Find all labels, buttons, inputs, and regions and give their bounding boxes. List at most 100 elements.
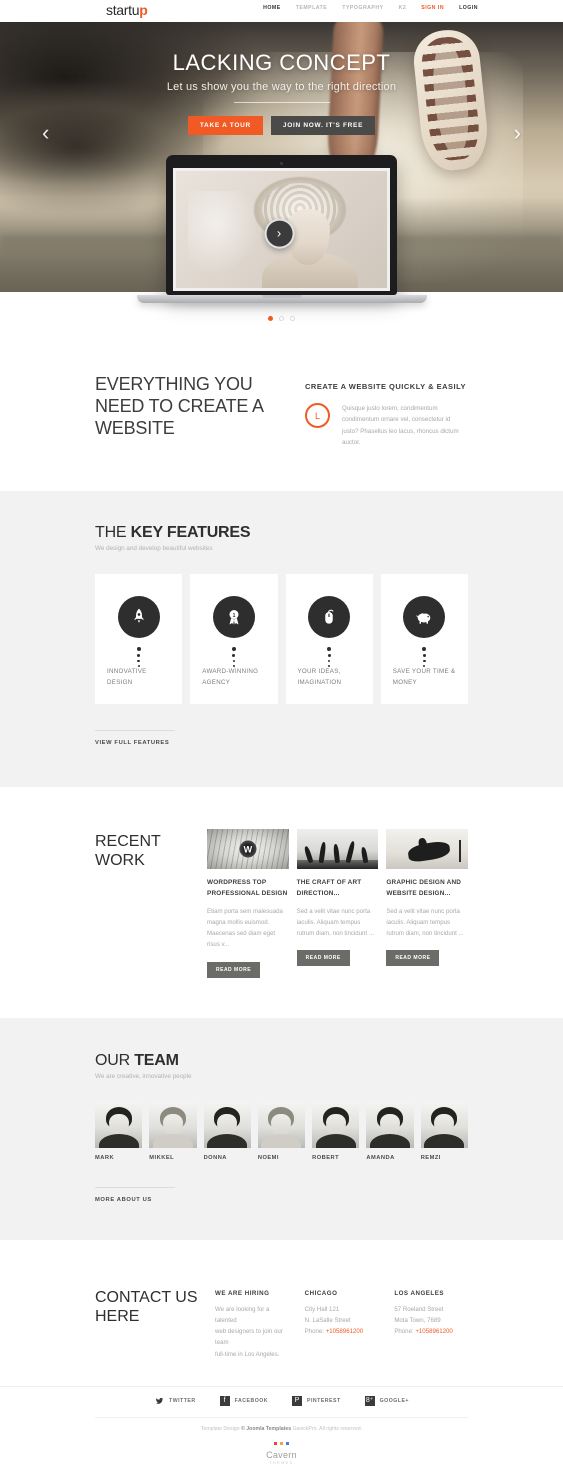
feature-card[interactable]: SAVE YOUR TIME & MONEY <box>380 573 468 705</box>
avatar[interactable] <box>312 1101 360 1148</box>
divider-rule <box>95 1186 175 1188</box>
join-now-button[interactable]: JOIN NOW. IT'S FREE <box>270 116 376 135</box>
brand-name: Cavern <box>266 1449 297 1460</box>
contact-column-body: City Hall 121 N. LaSalle Street Phone: +… <box>305 1304 379 1338</box>
recent-work-section: RECENT WORK W WORDPRESS TOP PROFESSIONAL… <box>0 787 563 1018</box>
nav-item-template[interactable]: TEMPLATE <box>296 5 328 11</box>
nav-item-login[interactable]: LOGIN <box>459 5 478 11</box>
piggy-bank-icon <box>403 595 446 638</box>
feature-card[interactable]: YOUR IDEAS, IMAGINATION <box>285 573 373 705</box>
team-title-bold: TEAM <box>134 1051 179 1069</box>
view-full-features-link[interactable]: VIEW FULL FEATURES <box>95 740 169 746</box>
video-play-icon[interactable]: › <box>264 218 295 249</box>
brand-dot-blue <box>286 1441 289 1445</box>
work-card[interactable]: GRAPHIC DESIGN AND WEBSITE DESIGN... Sed… <box>386 829 469 977</box>
phone-label: Phone: <box>304 1328 326 1336</box>
contact-line: We are looking for a talented <box>215 1305 270 1324</box>
avatar[interactable] <box>420 1101 468 1148</box>
intro-heading: EVERYTHING YOU NEED TO CREATE A WEBSITE <box>95 374 263 438</box>
contact-line: web designers to join our team <box>215 1328 283 1347</box>
carousel-dot-3[interactable] <box>290 316 295 321</box>
divider-rule <box>95 730 175 732</box>
take-a-tour-button[interactable]: TAKE A TOUR <box>187 116 263 135</box>
work-card-title: GRAPHIC DESIGN AND WEBSITE DESIGN... <box>386 879 462 897</box>
contact-line: full-time in Los Angeles. <box>215 1350 280 1358</box>
contact-column-body: 57 Roeland Street Mota Town, 7689 Phone:… <box>394 1304 468 1338</box>
feature-label: INNOVATIVE DESIGN <box>107 668 147 686</box>
graphic-design-thumbnail[interactable] <box>386 829 469 870</box>
wordpress-eye-thumbnail[interactable]: W <box>207 829 289 870</box>
social-label: TWITTER <box>169 1397 196 1404</box>
brand-dot-red <box>274 1441 277 1445</box>
site-logo[interactable]: startup <box>106 2 148 18</box>
work-card-excerpt: Sed a velit vitae nunc porta iaculis. Al… <box>296 907 374 938</box>
social-link-facebook[interactable]: f FACEBOOK <box>219 1395 268 1406</box>
carousel-pagination <box>268 316 295 321</box>
nav-item-home[interactable]: HOME <box>263 5 281 11</box>
carousel-dot-1[interactable] <box>268 316 273 321</box>
hero-prev-arrow-icon[interactable]: ‹ <box>42 122 49 144</box>
team-member[interactable]: DONNA <box>203 1101 251 1161</box>
brand-dot-orange <box>280 1441 283 1445</box>
copyright-prefix: Template Design <box>200 1425 241 1432</box>
phone-number[interactable]: +1058961200 <box>326 1328 363 1335</box>
contact-line: 57 Roeland Street <box>394 1305 444 1313</box>
our-team-section: OUR TEAM We are creative, innovative peo… <box>0 1017 563 1240</box>
hero-button-group: TAKE A TOUR JOIN NOW. IT'S FREE <box>0 116 563 135</box>
clock-icon: L <box>305 403 330 428</box>
phone-number[interactable]: +1058961200 <box>415 1328 452 1335</box>
contact-column-heading: LOS ANGELES <box>394 1289 444 1297</box>
nav-item-k2[interactable]: K2 <box>399 5 407 11</box>
read-more-button[interactable]: READ MORE <box>296 950 350 967</box>
hero-content: LACKING CONCEPT Let us show you the way … <box>0 50 563 135</box>
hero-subtitle: Let us show you the way to the right dir… <box>166 81 397 93</box>
team-member[interactable]: MARK <box>95 1101 143 1161</box>
read-more-button[interactable]: READ MORE <box>386 950 440 967</box>
team-member-name: AMANDA <box>366 1154 395 1161</box>
social-link-twitter[interactable]: TWITTER <box>154 1396 196 1406</box>
copyright-link[interactable]: © Joomla Templates <box>241 1426 291 1432</box>
contact-line: City Hall 121 <box>304 1305 340 1313</box>
hero-divider <box>233 102 330 103</box>
facebook-icon: f <box>219 1395 230 1406</box>
intro-right: CREATE A WEBSITE QUICKLY & EASILY L Quis… <box>305 374 468 449</box>
read-more-button[interactable]: READ MORE <box>207 961 261 978</box>
feature-label: SAVE YOUR TIME & MONEY <box>392 668 456 686</box>
feature-card[interactable]: INNOVATIVE DESIGN <box>95 573 183 705</box>
more-about-us-link[interactable]: MORE ABOUT US <box>95 1197 152 1203</box>
team-member[interactable]: REMZI <box>420 1101 468 1161</box>
team-member[interactable]: MIKKEL <box>149 1101 197 1161</box>
logo-text: startu <box>106 2 140 18</box>
intro-subheading: CREATE A WEBSITE QUICKLY & EASILY <box>305 382 466 391</box>
nav-item-typography[interactable]: TYPOGRAPHY <box>342 5 383 11</box>
team-member[interactable]: NOEMI <box>257 1101 306 1161</box>
contact-phone-row: Phone: +1058961200 <box>394 1326 468 1337</box>
hero-next-arrow-icon[interactable]: › <box>514 122 521 144</box>
intro-section: EVERYTHING YOU NEED TO CREATE A WEBSITE … <box>0 292 563 491</box>
copyright-line: Template Design © Joomla Templates Gavic… <box>95 1416 468 1432</box>
laptop-lid: › <box>166 155 397 295</box>
avatar[interactable] <box>366 1101 414 1148</box>
avatar[interactable] <box>95 1101 143 1148</box>
work-card[interactable]: W WORDPRESS TOP PROFESSIONAL DESIGN Etia… <box>207 829 289 978</box>
contact-column-los-angeles: LOS ANGELES 57 Roeland Street Mota Town,… <box>394 1290 468 1360</box>
post-silhouette <box>458 839 461 862</box>
portrait-smoke <box>188 191 258 275</box>
contact-columns: WE ARE HIRING We are looking for a talen… <box>215 1278 468 1360</box>
social-link-pinterest[interactable]: P PINTEREST <box>292 1395 341 1406</box>
nav-item-sign-in[interactable]: SIGN IN <box>421 5 444 11</box>
team-member[interactable]: ROBERT <box>312 1101 360 1161</box>
carousel-dot-2[interactable] <box>279 316 284 321</box>
feature-card[interactable]: 1 AWARD-WINNING AGENCY <box>190 573 278 705</box>
avatar[interactable] <box>149 1101 197 1148</box>
work-card[interactable]: THE CRAFT OF ART DIRECTION... Sed a veli… <box>296 829 379 977</box>
avatar[interactable] <box>257 1101 306 1148</box>
feature-dots <box>231 646 236 668</box>
social-link-googleplus[interactable]: 8⁺ GOOGLE+ <box>364 1395 409 1406</box>
avatar[interactable] <box>203 1101 251 1148</box>
team-member[interactable]: AMANDA <box>366 1101 414 1161</box>
landing-page: startup HOME TEMPLATE TYPOGRAPHY K2 SIGN… <box>0 0 563 1472</box>
work-card-excerpt: Sed a velit vitae nunc porta iaculis. Al… <box>386 907 464 938</box>
site-footer: TWITTER f FACEBOOK P PINTEREST 8⁺ GOOGLE… <box>0 1385 563 1472</box>
art-direction-thumbnail[interactable] <box>296 829 379 870</box>
